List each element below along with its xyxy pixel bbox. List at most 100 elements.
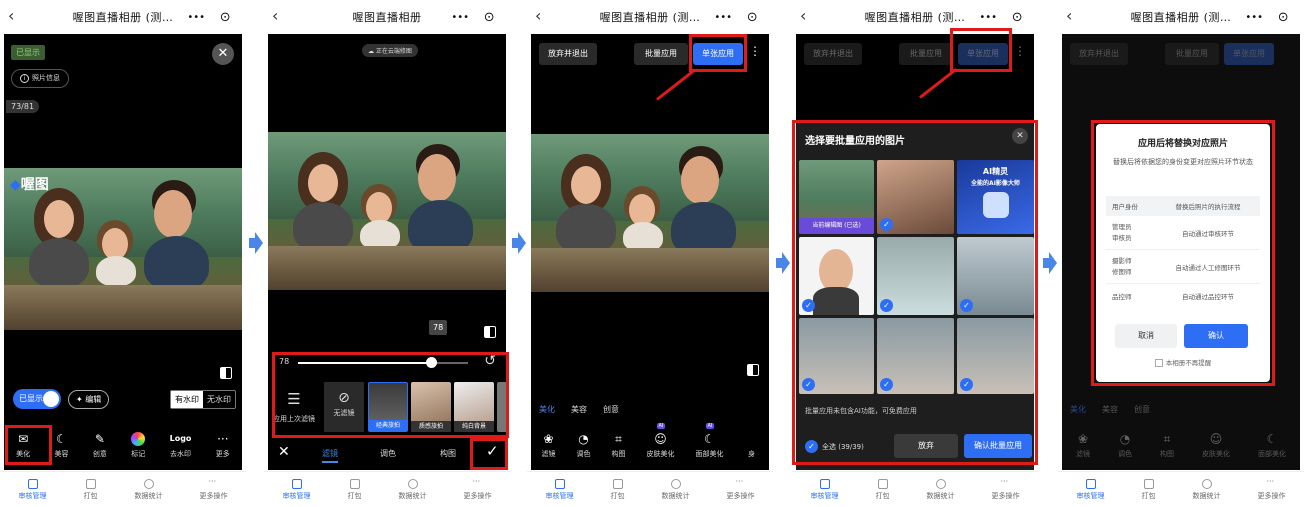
tool-body[interactable]: 身	[745, 432, 759, 459]
close-circle-icon[interactable]: ⊙	[1278, 10, 1289, 25]
photo-thumb[interactable]: ✓	[799, 318, 874, 394]
ad-banner[interactable]: AI精灵 全能的AI影像大师	[957, 160, 1034, 234]
subtab-creative[interactable]: 创意	[1134, 404, 1150, 415]
capsule-menu[interactable]: ••• ⊙	[707, 7, 765, 27]
subtab-cosmetic[interactable]: 美容	[1102, 404, 1118, 415]
more-dots-icon[interactable]: •••	[451, 12, 469, 23]
photo-info-button[interactable]: i 照片信息	[11, 69, 69, 88]
photo-thumb[interactable]: ✓	[799, 237, 874, 315]
tab-more[interactable]: ··· 更多操作	[992, 477, 1020, 501]
abandon-exit-button[interactable]: 放弃并退出	[804, 43, 862, 65]
close-circle-icon[interactable]: ⊙	[747, 10, 758, 25]
tool-filter[interactable]: ❀ 滤镜	[542, 432, 556, 459]
abandon-button[interactable]: 放弃	[894, 434, 958, 458]
more-vertical-icon[interactable]: ⋮	[1014, 44, 1026, 58]
watermark-off-option[interactable]: 无水印	[203, 391, 235, 408]
tab-pack[interactable]: 打包	[876, 478, 890, 501]
capsule-menu[interactable]: ••• ⊙	[972, 7, 1030, 27]
tool-beautify[interactable]: ✉ 美化	[16, 432, 30, 459]
batch-apply-button[interactable]: 批量应用	[634, 43, 688, 65]
watermark-on-option[interactable]: 有水印	[171, 391, 203, 408]
more-dots-icon[interactable]: •••	[979, 12, 997, 23]
photo-thumb[interactable]: ✓	[957, 318, 1034, 394]
confirm-batch-button[interactable]: 确认批量应用	[964, 434, 1032, 458]
tab-more[interactable]: ··· 更多操作	[1258, 477, 1286, 501]
reuse-filter-button[interactable]: ☰ 应用上次滤镜	[272, 389, 316, 424]
photo-thumb[interactable]: ✓	[877, 318, 954, 394]
close-circle-icon[interactable]: ⊙	[484, 10, 495, 25]
subtab-creative[interactable]: 创意	[603, 404, 619, 415]
abandon-exit-button[interactable]: 放弃并退出	[539, 43, 597, 65]
tab-stats[interactable]: 数据统计	[1193, 478, 1221, 501]
tool-color[interactable]: ◔ 调色	[1118, 432, 1132, 459]
subtab-cosmetic[interactable]: 美容	[571, 404, 587, 415]
compare-icon[interactable]	[484, 326, 496, 338]
tool-remove-watermark[interactable]: Logo 去水印	[170, 432, 192, 459]
tool-face[interactable]: AI ☾ 面部美化	[696, 423, 724, 459]
capsule-menu[interactable]: ••• ⊙	[1238, 7, 1296, 27]
close-circle-icon[interactable]: ⊙	[1012, 10, 1023, 25]
more-vertical-icon[interactable]: ⋮	[749, 44, 761, 58]
shown-toggle[interactable]: 已显示	[13, 389, 61, 409]
photo-thumb[interactable]: ✓	[877, 160, 954, 234]
tab-review[interactable]: 审核管理	[19, 478, 47, 501]
watermark-switch[interactable]: 有水印 无水印	[170, 390, 236, 409]
no-filter-option[interactable]: ⊘ 无滤镜	[324, 382, 364, 432]
tab-more[interactable]: ··· 更多操作	[727, 477, 755, 501]
confirm-check-icon[interactable]: ✓	[486, 442, 499, 460]
tab-review[interactable]: 审核管理	[811, 478, 839, 501]
tab-review[interactable]: 审核管理	[546, 478, 574, 501]
capsule-menu[interactable]: ••• ⊙	[444, 7, 502, 27]
capsule-menu[interactable]: ••• ⊙	[180, 7, 238, 27]
tool-color[interactable]: ◔ 调色	[577, 432, 591, 459]
tab-pack[interactable]: 打包	[348, 478, 362, 501]
tab-review[interactable]: 审核管理	[1077, 478, 1105, 501]
more-dots-icon[interactable]: •••	[714, 12, 732, 23]
tool-crop[interactable]: ⌗ 构图	[1160, 432, 1174, 459]
tab-stats[interactable]: 数据统计	[135, 478, 163, 501]
select-all-checkbox[interactable]: ✓ 全选 (39/39)	[805, 440, 864, 453]
tool-crop[interactable]: ⌗ 构图	[612, 432, 626, 459]
tool-creative[interactable]: ✎ 创意	[93, 432, 107, 459]
subtab-beautify[interactable]: 美化	[539, 404, 555, 415]
tab-pack[interactable]: 打包	[1142, 478, 1156, 501]
tab-more[interactable]: ··· 更多操作	[464, 477, 492, 501]
close-icon[interactable]: ✕	[1012, 128, 1028, 144]
tab-more[interactable]: ··· 更多操作	[200, 477, 228, 501]
tool-skin[interactable]: ☺ 皮肤美化	[1202, 432, 1230, 459]
filter-classic[interactable]: 经典旅拍	[368, 382, 408, 432]
compare-icon[interactable]	[220, 367, 232, 379]
single-apply-button[interactable]: 单张应用	[693, 43, 743, 65]
tool-skin[interactable]: AI ☺ 皮肤美化	[647, 423, 675, 459]
tool-filter[interactable]: ❀ 滤镜	[1076, 432, 1090, 459]
tool-face[interactable]: ☾ 面部美化	[1258, 432, 1286, 459]
cancel-button[interactable]: 取消	[1115, 324, 1177, 348]
photo-thumb[interactable]: ✓	[957, 237, 1034, 315]
subtab-beautify[interactable]: 美化	[1070, 404, 1086, 415]
filter-texture[interactable]: 质感旅拍	[411, 382, 451, 432]
single-apply-button[interactable]: 单张应用	[1224, 43, 1274, 65]
photo-thumb[interactable]: 当前编辑图 (已选)	[799, 160, 874, 234]
confirm-button[interactable]: 确认	[1184, 324, 1248, 348]
close-circle-icon[interactable]: ⊙	[220, 10, 231, 25]
tab-stats[interactable]: 数据统计	[927, 478, 955, 501]
tab-pack[interactable]: 打包	[611, 478, 625, 501]
tool-more[interactable]: ··· 更多	[216, 432, 230, 459]
tab-crop[interactable]: 构图	[440, 448, 456, 459]
batch-apply-button[interactable]: 批量应用	[1165, 43, 1219, 65]
abandon-exit-button[interactable]: 放弃并退出	[1070, 43, 1128, 65]
tab-pack[interactable]: 打包	[84, 478, 98, 501]
intensity-slider[interactable]	[298, 357, 468, 368]
more-dots-icon[interactable]: •••	[187, 12, 205, 23]
compare-icon[interactable]	[747, 364, 759, 376]
tab-color[interactable]: 调色	[380, 448, 396, 459]
tool-cosmetic[interactable]: ☾ 美容	[55, 432, 69, 459]
more-dots-icon[interactable]: •••	[1245, 12, 1263, 23]
tab-stats[interactable]: 数据统计	[662, 478, 690, 501]
slider-knob[interactable]	[425, 357, 437, 368]
single-apply-button[interactable]: 单张应用	[958, 43, 1008, 65]
filter-white-bg[interactable]: 纯白背景	[454, 382, 494, 432]
reset-icon[interactable]: ↺	[484, 353, 496, 369]
photo-thumb[interactable]: ✓	[877, 237, 954, 315]
tab-review[interactable]: 审核管理	[283, 478, 311, 501]
